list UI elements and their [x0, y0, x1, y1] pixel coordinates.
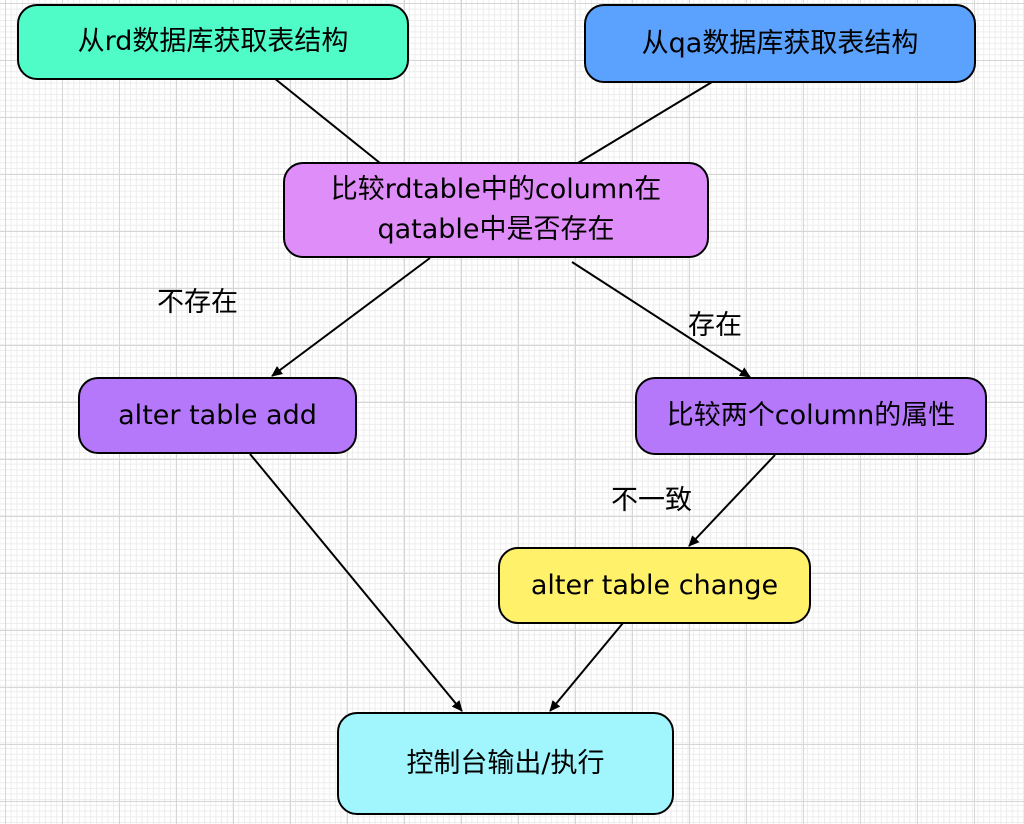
node-output-text: 控制台输出/执行	[406, 747, 605, 779]
node-alter-add[interactable]: alter table add	[78, 377, 357, 454]
node-compare-exists[interactable]: 比较rdtable中的column在 qatable中是否存在	[283, 162, 709, 258]
node-qa-source-text: 从qa数据库获取表结构	[641, 27, 919, 59]
node-compare-exists-line2: qatable中是否存在	[377, 214, 615, 245]
edge-qa-to-compare	[577, 81, 713, 164]
edge-rd-to-compare	[273, 77, 381, 164]
edge-label-not-exists: 不存在	[157, 287, 238, 318]
node-alter-change[interactable]: alter table change	[498, 547, 811, 624]
node-compare-attrs-text: 比较两个column的属性	[666, 400, 956, 431]
node-alter-add-text: alter table add	[118, 399, 317, 431]
node-qa-source[interactable]: 从qa数据库获取表结构	[584, 4, 976, 83]
edge-label-inconsistent: 不一致	[611, 485, 692, 516]
edge-compare-to-add	[271, 257, 431, 377]
edge-attrs-to-change	[688, 454, 776, 547]
node-rd-source-text: 从rd数据库获取表结构	[77, 26, 349, 57]
edge-add-to-output	[249, 453, 463, 712]
node-alter-change-text: alter table change	[530, 569, 779, 601]
node-output[interactable]: 控制台输出/执行	[337, 712, 674, 815]
node-rd-source[interactable]: 从rd数据库获取表结构	[17, 4, 409, 80]
edge-change-to-output	[549, 622, 624, 712]
edge-label-exists: 存在	[688, 310, 742, 341]
node-compare-exists-line1: 比较rdtable中的column在	[330, 174, 662, 205]
node-compare-attrs[interactable]: 比较两个column的属性	[635, 377, 987, 455]
